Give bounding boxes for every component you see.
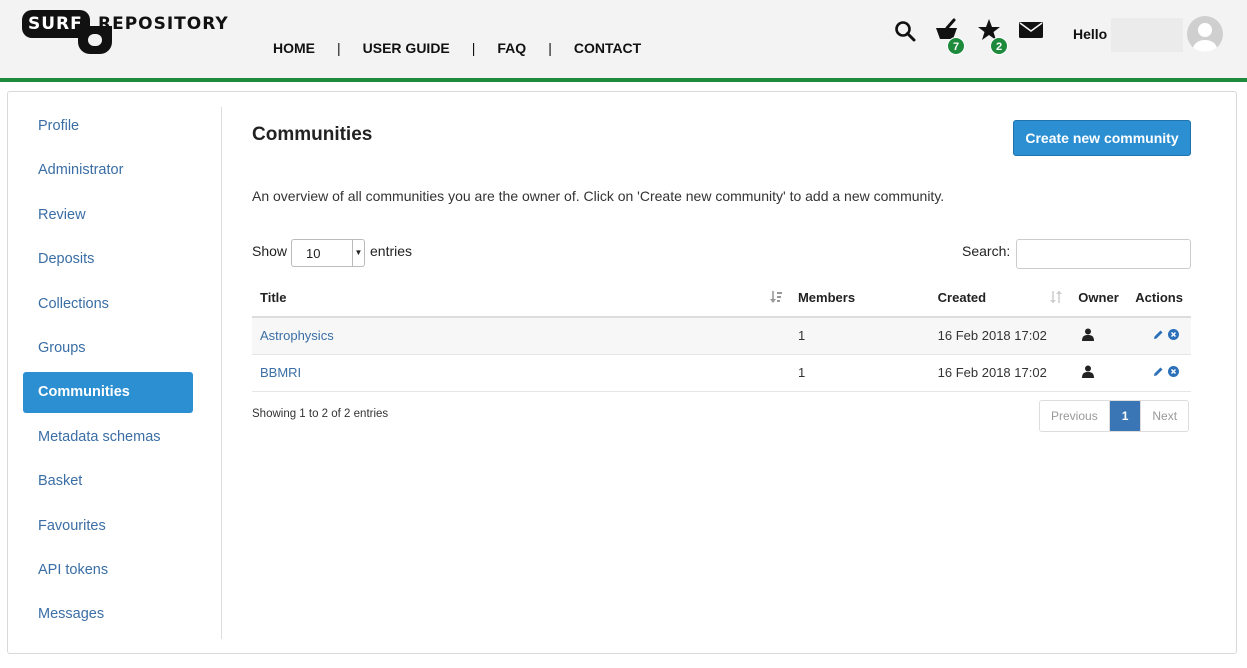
column-header-title[interactable]: Title	[252, 279, 790, 318]
envelope-icon[interactable]	[1019, 22, 1043, 43]
community-title-link[interactable]: Astrophysics	[260, 328, 334, 343]
username-placeholder	[1111, 18, 1183, 52]
main-panel: Profile Administrator Review Deposits Co…	[7, 91, 1237, 654]
column-header-owner: Owner	[1070, 279, 1128, 318]
surf-repository-logo[interactable]: SURF REPOSITORY	[22, 10, 228, 58]
favourites-count-badge: 2	[990, 37, 1008, 55]
search-label: Search:	[962, 243, 1011, 259]
nav-faq[interactable]: FAQ	[486, 40, 537, 56]
sidebar-item-review[interactable]: Review	[23, 195, 193, 236]
avatar[interactable]	[1187, 16, 1223, 52]
create-community-button[interactable]: Create new community	[1013, 120, 1191, 156]
delete-icon[interactable]	[1167, 328, 1179, 343]
sidebar-item-deposits[interactable]: Deposits	[23, 239, 193, 280]
basket-icon[interactable]: 7	[934, 18, 965, 56]
table-header-row: Title Members Created Owner Actions	[252, 279, 1191, 318]
intro-text: An overview of all communities you are t…	[252, 188, 945, 204]
sidebar: Profile Administrator Review Deposits Co…	[23, 106, 193, 639]
search-icon[interactable]	[894, 20, 916, 47]
star-icon[interactable]: 2	[977, 18, 1008, 56]
user-icon	[1082, 328, 1095, 344]
sidebar-divider	[221, 107, 222, 639]
nav-separator: |	[471, 40, 476, 56]
top-navigation: HOME | USER GUIDE | FAQ | CONTACT	[262, 38, 652, 58]
community-title-link[interactable]: BBMRI	[260, 365, 301, 380]
sidebar-item-collections[interactable]: Collections	[23, 284, 193, 325]
table-row: Astrophysics 1 16 Feb 2018 17:02	[252, 317, 1191, 355]
page-title: Communities	[252, 124, 373, 145]
nav-separator: |	[337, 40, 341, 56]
created-cell: 16 Feb 2018 17:02	[929, 354, 1071, 392]
entries-per-page-select[interactable]: 10 ▼	[291, 239, 365, 267]
delete-icon[interactable]	[1167, 365, 1179, 380]
pagination: Previous 1 Next	[1039, 400, 1190, 432]
greeting-text: Hello	[1073, 26, 1108, 42]
column-header-created[interactable]: Created	[929, 279, 1071, 318]
content-area: Communities Create new community An over…	[252, 92, 1192, 652]
column-header-actions: Actions	[1127, 279, 1191, 318]
pagination-previous[interactable]: Previous	[1040, 401, 1109, 431]
sidebar-item-communities[interactable]: Communities	[23, 372, 193, 414]
chevron-down-icon: ▼	[352, 240, 364, 266]
table-row: BBMRI 1 16 Feb 2018 17:02	[252, 354, 1191, 392]
pagination-page-1[interactable]: 1	[1108, 401, 1141, 431]
entries-label: entries	[370, 243, 413, 259]
edit-icon[interactable]	[1153, 328, 1164, 343]
sidebar-item-messages[interactable]: Messages	[23, 594, 193, 635]
column-header-members[interactable]: Members	[789, 279, 930, 318]
show-label: Show	[252, 243, 288, 259]
site-header: SURF REPOSITORY HOME | USER GUIDE | FAQ …	[0, 0, 1247, 82]
sidebar-item-groups[interactable]: Groups	[23, 328, 193, 369]
members-cell: 1	[789, 317, 930, 355]
pagination-next[interactable]: Next	[1140, 401, 1189, 431]
edit-icon[interactable]	[1153, 365, 1164, 380]
logo-surf-text: SURF	[28, 14, 83, 34]
sidebar-item-metadata-schemas[interactable]: Metadata schemas	[23, 417, 193, 458]
nav-home[interactable]: HOME	[262, 40, 326, 56]
basket-count-badge: 7	[947, 37, 965, 55]
communities-table: Title Members Created Owner Actions Astr…	[252, 279, 1191, 392]
sidebar-item-profile[interactable]: Profile	[23, 106, 193, 147]
sidebar-item-favourites[interactable]: Favourites	[23, 506, 193, 547]
search-input[interactable]	[1016, 239, 1191, 269]
nav-user-guide[interactable]: USER GUIDE	[352, 40, 461, 56]
logo-repository-text: REPOSITORY	[98, 14, 229, 34]
members-cell: 1	[789, 354, 930, 392]
nav-separator: |	[548, 40, 552, 56]
sidebar-item-api-tokens[interactable]: API tokens	[23, 550, 193, 591]
entries-select-value: 10	[306, 246, 321, 261]
nav-contact[interactable]: CONTACT	[563, 40, 652, 56]
user-icon	[1082, 365, 1095, 381]
sort-descending-icon	[769, 291, 782, 306]
sort-icon	[1050, 291, 1063, 306]
table-info-text: Showing 1 to 2 of 2 entries	[252, 408, 389, 420]
sidebar-item-administrator[interactable]: Administrator	[23, 150, 193, 191]
sidebar-item-basket[interactable]: Basket	[23, 461, 193, 502]
created-cell: 16 Feb 2018 17:02	[929, 317, 1071, 355]
